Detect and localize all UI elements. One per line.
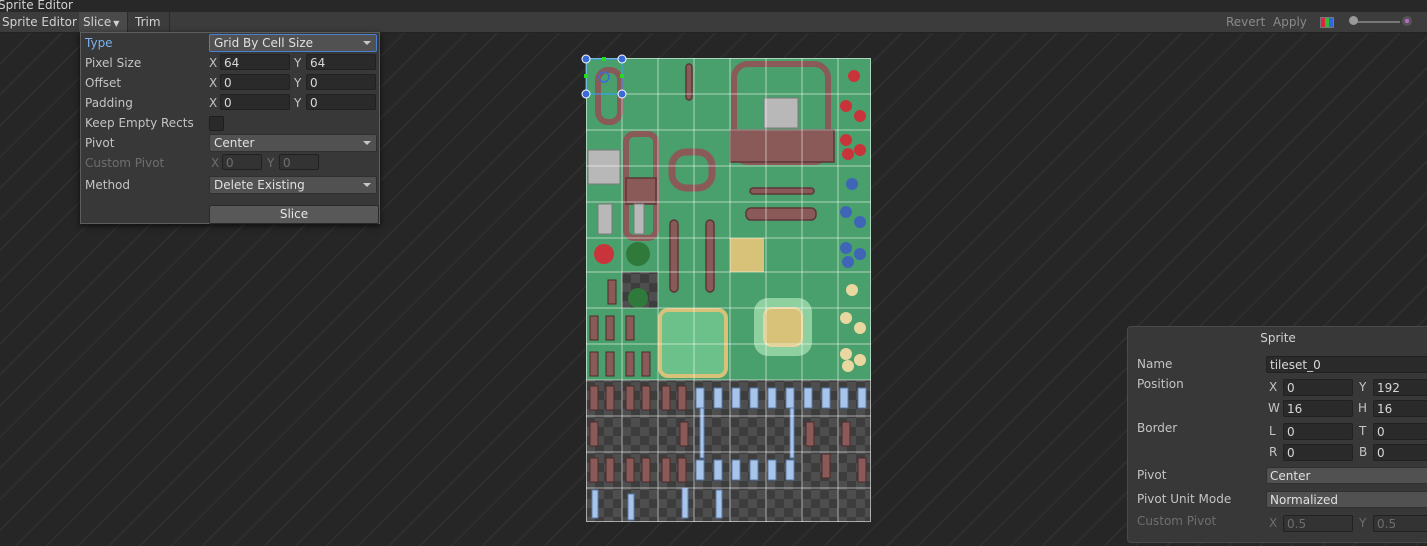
sprite-editor-toolbar: Sprite Editor ▼ Slice▼ Trim Revert Apply bbox=[0, 12, 1427, 33]
pixel-size-y-label: Y bbox=[294, 56, 302, 70]
offset-x-label: X bbox=[209, 76, 218, 90]
sprite-name-input[interactable]: tileset_0 bbox=[1266, 356, 1427, 373]
apply-button[interactable]: Apply bbox=[1273, 12, 1307, 32]
mipmap-icon[interactable] bbox=[1402, 16, 1412, 26]
border-t-label: T bbox=[1359, 424, 1367, 438]
method-row: Method Delete Existing bbox=[81, 176, 379, 194]
pixel-size-x-input[interactable]: 64 bbox=[220, 54, 290, 70]
sprite-custom-pivot-x-label: X bbox=[1269, 516, 1278, 530]
padding-y-label: Y bbox=[294, 96, 302, 110]
padding-label: Padding bbox=[85, 96, 133, 110]
selection-handle-left bbox=[584, 74, 588, 78]
offset-y-label: Y bbox=[294, 76, 302, 90]
position-y-label: Y bbox=[1359, 380, 1367, 394]
type-value: Grid By Cell Size bbox=[214, 36, 314, 50]
type-dropdown[interactable]: Grid By Cell Size bbox=[209, 34, 377, 52]
type-row: Type Grid By Cell Size bbox=[81, 34, 379, 52]
revert-label: Revert bbox=[1226, 15, 1266, 29]
position-h-input[interactable]: 16 bbox=[1373, 400, 1427, 417]
position-h-label: H bbox=[1358, 401, 1368, 415]
custom-pivot-y-label: Y bbox=[267, 156, 275, 170]
border-b-input[interactable]: 0 bbox=[1373, 444, 1427, 461]
trim-button[interactable]: Trim bbox=[131, 12, 170, 32]
position-y-input[interactable]: 192 bbox=[1373, 379, 1427, 396]
sprite-name-label: Name bbox=[1137, 357, 1173, 371]
method-dropdown[interactable]: Delete Existing bbox=[209, 176, 377, 194]
selection-handle-top bbox=[602, 57, 606, 61]
method-value: Delete Existing bbox=[214, 178, 305, 192]
position-x-label: X bbox=[1269, 380, 1278, 394]
sprite-custom-pivot-y-input: 0.5 bbox=[1373, 515, 1427, 532]
trim-label: Trim bbox=[135, 15, 161, 29]
window-title: Sprite Editor bbox=[0, 0, 73, 12]
offset-y-input[interactable]: 0 bbox=[306, 74, 376, 90]
custom-pivot-x-input: 0 bbox=[222, 154, 262, 170]
pivot-label: Pivot bbox=[85, 136, 115, 150]
zoom-slider-thumb[interactable] bbox=[1349, 16, 1358, 25]
editor-mode-label: Sprite Editor bbox=[2, 15, 77, 29]
pivot-value: Center bbox=[214, 136, 255, 150]
padding-y-input[interactable]: 0 bbox=[306, 94, 376, 110]
position-w-input[interactable]: 16 bbox=[1283, 400, 1353, 417]
sprite-custom-pivot-label: Custom Pivot bbox=[1137, 514, 1217, 528]
revert-button[interactable]: Revert bbox=[1226, 12, 1265, 32]
sprite-custom-pivot-x-input: 0.5 bbox=[1283, 515, 1353, 532]
pixel-size-row: Pixel Size X 64 Y 64 bbox=[81, 54, 379, 72]
method-label: Method bbox=[85, 178, 131, 192]
selection-handle-right bbox=[620, 74, 624, 78]
position-label: Position bbox=[1137, 377, 1184, 391]
border-r-label: R bbox=[1269, 445, 1278, 459]
position-x-input[interactable]: 0 bbox=[1283, 379, 1353, 396]
custom-pivot-x-label: X bbox=[211, 156, 220, 170]
keep-empty-row: Keep Empty Rects bbox=[81, 114, 379, 132]
pivot-unit-dropdown[interactable]: Normalized bbox=[1266, 491, 1427, 508]
sprite-pivot-label: Pivot bbox=[1137, 468, 1167, 482]
offset-x-input[interactable]: 0 bbox=[220, 74, 290, 90]
slice-label: Slice bbox=[83, 15, 112, 29]
keep-empty-checkbox[interactable] bbox=[209, 116, 224, 131]
pivot-row: Pivot Center bbox=[81, 134, 379, 152]
zoom-slider-track[interactable] bbox=[1352, 21, 1400, 23]
chevron-down-icon: ▼ bbox=[113, 19, 120, 28]
pivot-handle bbox=[598, 71, 610, 83]
slice-settings-panel: Type Grid By Cell Size Pixel Size X 64 Y… bbox=[80, 32, 380, 224]
dropdown-arrow-icon bbox=[363, 41, 371, 45]
rgb-channel-icon[interactable] bbox=[1320, 17, 1334, 28]
border-t-input[interactable]: 0 bbox=[1373, 423, 1427, 440]
offset-row: Offset X 0 Y 0 bbox=[81, 74, 379, 92]
type-label: Type bbox=[85, 36, 113, 50]
pivot-unit-label: Pivot Unit Mode bbox=[1137, 492, 1232, 506]
tileset-texture bbox=[586, 58, 871, 522]
sprite-pivot-dropdown[interactable]: Center bbox=[1266, 467, 1427, 484]
border-b-label: B bbox=[1359, 445, 1368, 459]
pivot-dropdown[interactable]: Center bbox=[209, 134, 377, 152]
apply-label: Apply bbox=[1273, 15, 1307, 29]
sprite-panel-title: Sprite bbox=[1260, 331, 1296, 345]
offset-label: Offset bbox=[85, 76, 122, 90]
keep-empty-label: Keep Empty Rects bbox=[85, 116, 194, 130]
sprite-inspector-panel: Sprite Name tileset_0 Position X 0 Y 192… bbox=[1127, 326, 1427, 543]
dropdown-arrow-icon bbox=[363, 183, 371, 187]
position-w-label: W bbox=[1268, 401, 1280, 415]
border-label: Border bbox=[1137, 421, 1178, 435]
sprite-custom-pivot-y-label: Y bbox=[1359, 516, 1367, 530]
padding-row: Padding X 0 Y 0 bbox=[81, 94, 379, 112]
custom-pivot-y-input: 0 bbox=[279, 154, 319, 170]
border-r-input[interactable]: 0 bbox=[1283, 444, 1353, 461]
pixel-size-label: Pixel Size bbox=[85, 56, 142, 70]
slice-menu-button[interactable]: Slice ▼ bbox=[79, 12, 129, 32]
pixel-size-x-label: X bbox=[209, 56, 218, 70]
sprite-sheet-canvas[interactable] bbox=[586, 58, 871, 522]
custom-pivot-label: Custom Pivot bbox=[85, 156, 165, 170]
custom-pivot-row: Custom Pivot X 0 Y 0 bbox=[81, 154, 379, 172]
pixel-size-y-input[interactable]: 64 bbox=[306, 54, 376, 70]
border-l-input[interactable]: 0 bbox=[1283, 423, 1353, 440]
sprite-selection-gizmo[interactable] bbox=[580, 52, 632, 102]
padding-x-input[interactable]: 0 bbox=[220, 94, 290, 110]
slice-button[interactable]: Slice bbox=[209, 205, 379, 224]
dropdown-arrow-icon bbox=[363, 141, 371, 145]
padding-x-label: X bbox=[209, 96, 218, 110]
border-l-label: L bbox=[1269, 424, 1276, 438]
